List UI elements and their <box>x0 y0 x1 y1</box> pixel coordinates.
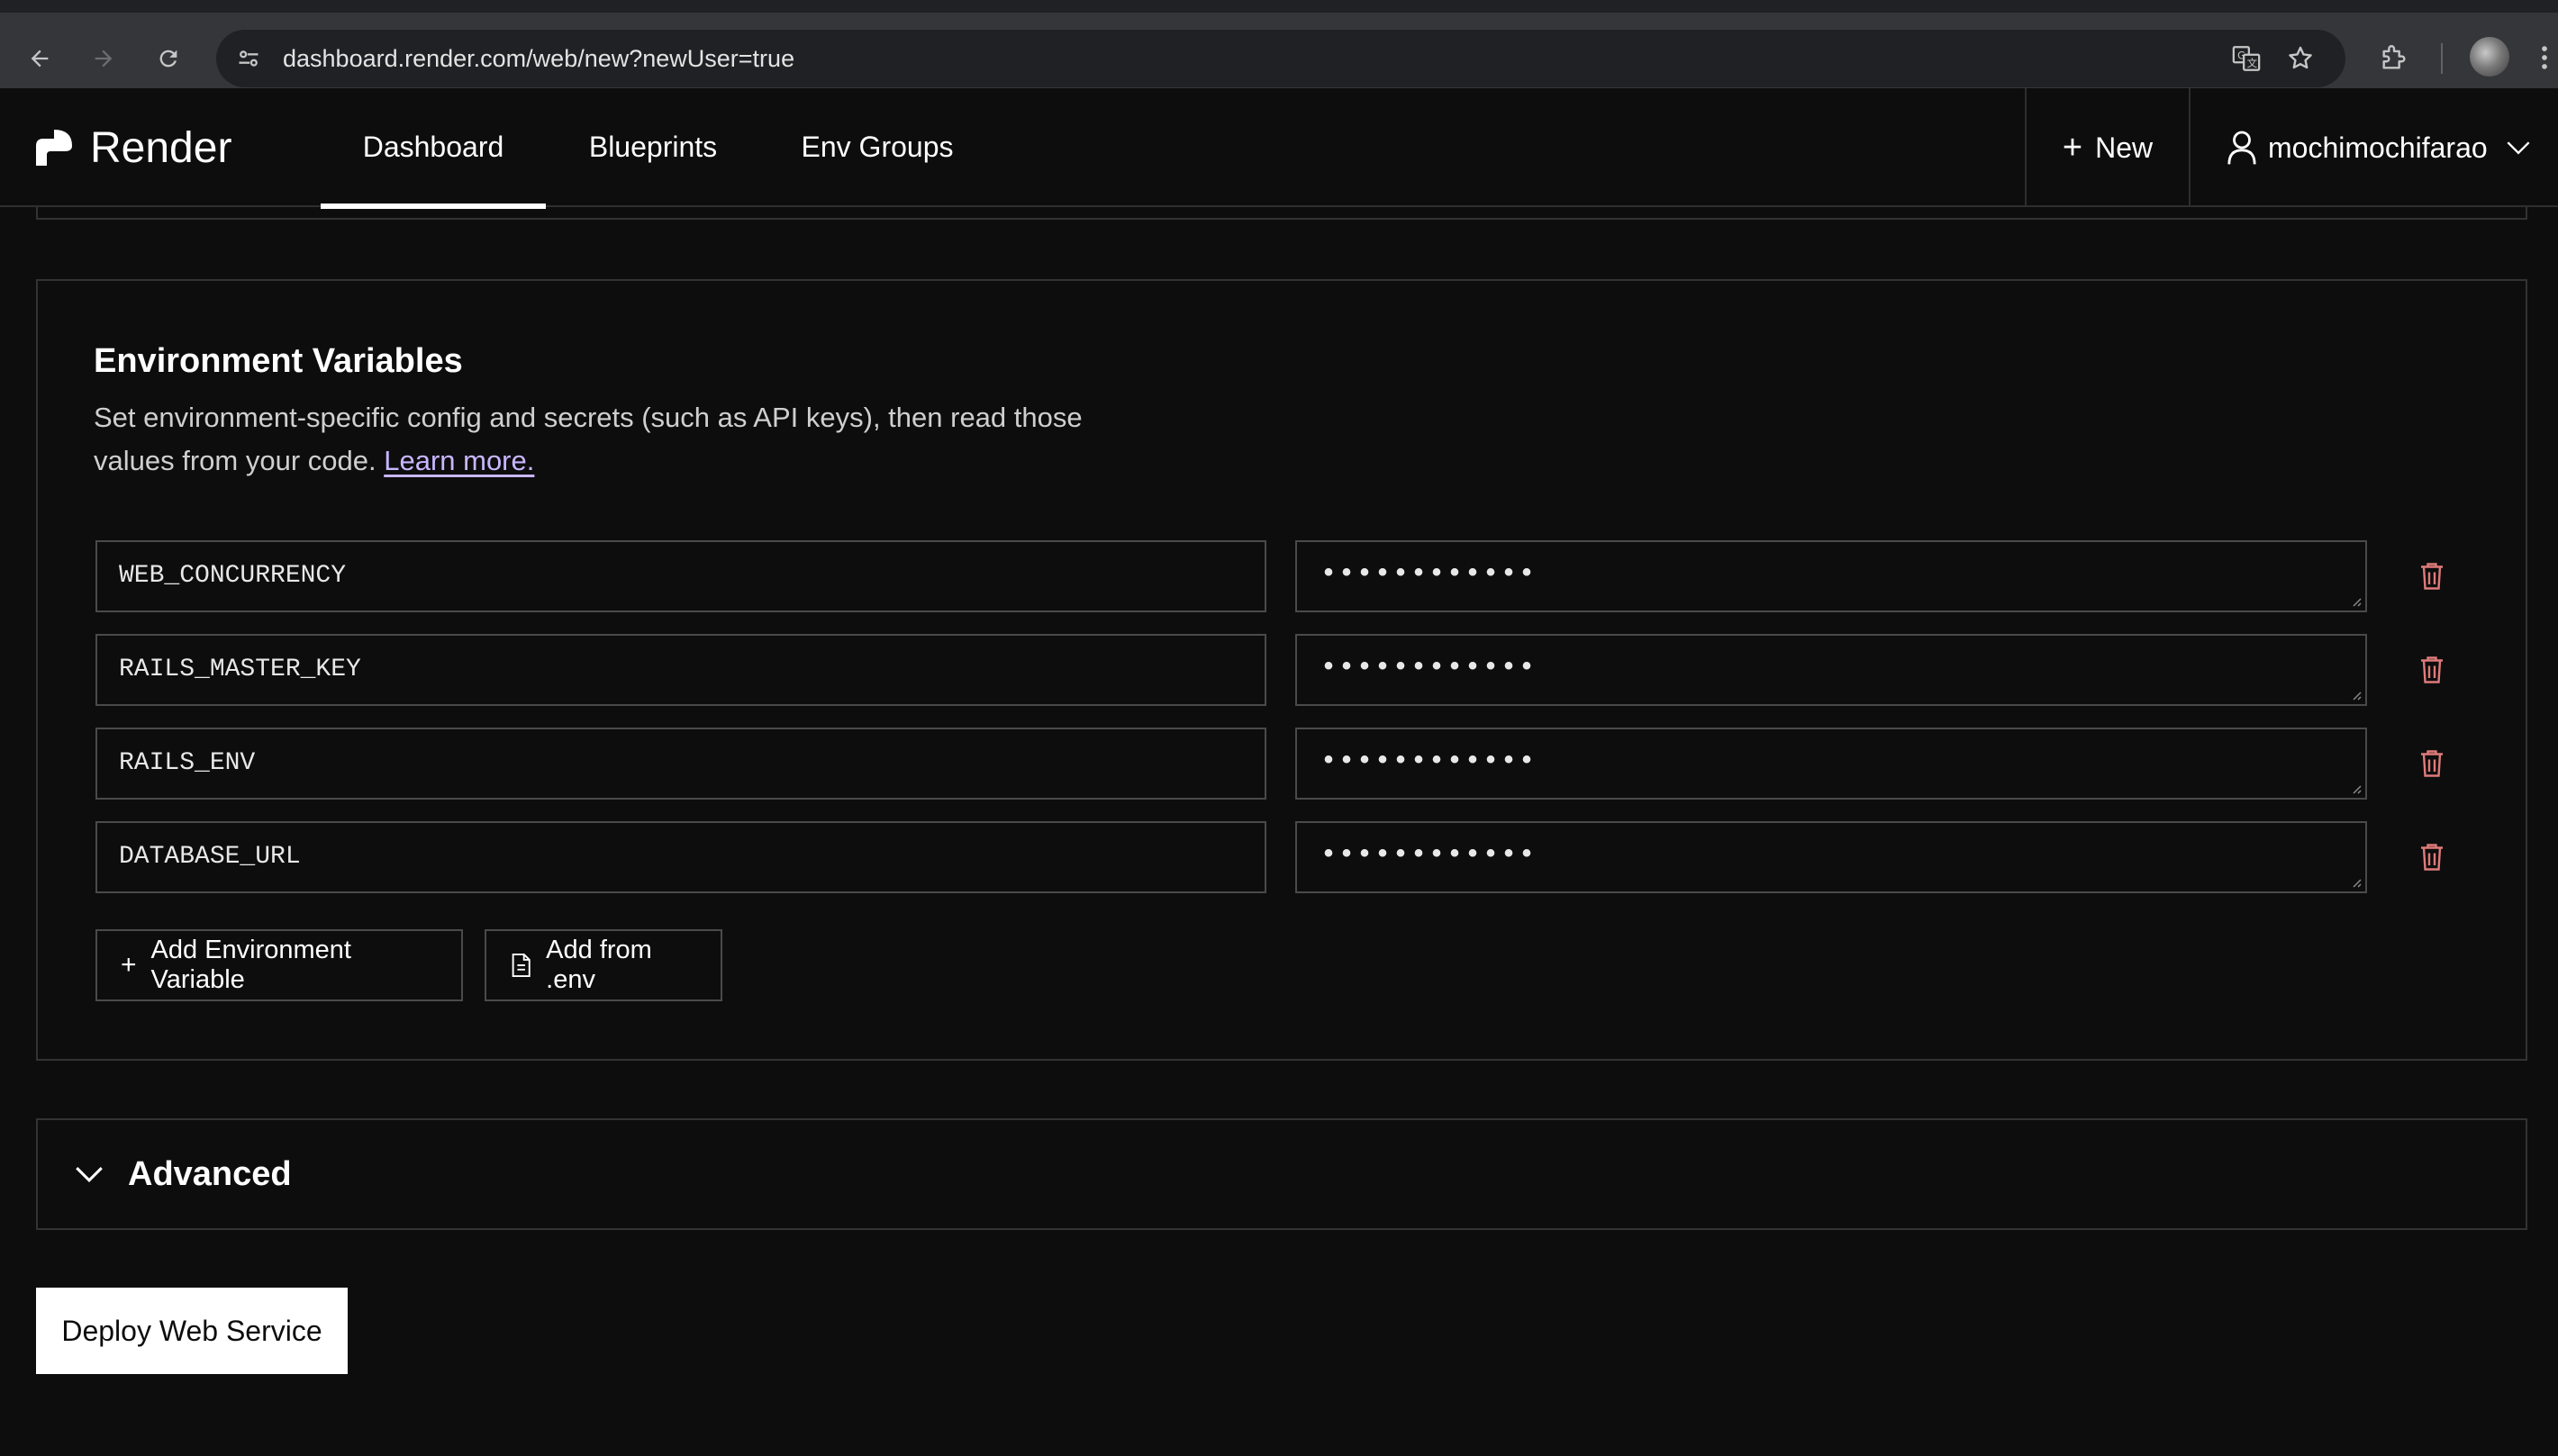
arrow-left-icon <box>31 50 49 68</box>
tab-dashboard-label: Dashboard <box>362 131 504 163</box>
puzzle-icon <box>2382 45 2406 69</box>
username: mochimochifarao <box>2268 131 2488 164</box>
trash-icon <box>2421 656 2443 683</box>
resize-grip-icon[interactable] <box>2349 875 2362 888</box>
file-icon <box>512 953 531 978</box>
reload-button[interactable] <box>144 34 193 83</box>
env-value-text: •••••••••••• <box>1320 653 1538 683</box>
tune-icon <box>239 50 259 67</box>
previous-section-edge <box>36 207 2527 220</box>
tab-env-groups-label: Env Groups <box>801 131 954 163</box>
env-key-input[interactable]: WEB_CONCURRENCY <box>95 540 1266 612</box>
advanced-label: Advanced <box>128 1154 292 1193</box>
browser-tabstrip <box>0 0 2558 13</box>
app-header: Render Dashboard Blueprints Env Groups +… <box>0 88 2558 209</box>
trash-icon <box>2421 563 2443 590</box>
resize-grip-icon[interactable] <box>2349 782 2362 794</box>
render-logo-icon <box>36 130 72 166</box>
add-from-env-label: Add from .env <box>546 936 652 994</box>
advanced-section-toggle[interactable]: Advanced <box>36 1118 2527 1230</box>
env-value-input[interactable]: •••••••••••• <box>1295 728 2367 800</box>
resize-grip-icon[interactable] <box>2349 594 2362 607</box>
new-button-label: New <box>2095 131 2154 164</box>
bookmark-button[interactable] <box>2277 35 2324 82</box>
profile-avatar[interactable] <box>2470 37 2509 77</box>
env-key-input[interactable]: RAILS_MASTER_KEY <box>95 634 1266 706</box>
env-key-input[interactable]: RAILS_ENV <box>95 728 1266 800</box>
description-text: Set environment-specific config and secr… <box>94 402 1083 476</box>
add-from-env-button[interactable]: Add from .env <box>485 929 722 1001</box>
plus-icon: + <box>2062 128 2083 167</box>
section-description: Set environment-specific config and secr… <box>94 396 1138 483</box>
back-button[interactable] <box>15 34 64 83</box>
deploy-label: Deploy Web Service <box>61 1314 322 1347</box>
env-value-input[interactable]: •••••••••••• <box>1295 540 2367 612</box>
tab-blueprints[interactable]: Blueprints <box>576 88 730 207</box>
section-title: Environment Variables <box>94 342 463 380</box>
deploy-web-service-button[interactable]: Deploy Web Service <box>36 1288 348 1374</box>
browser-toolbar: dashboard.render.com/web/new?newUser=tru… <box>0 13 2558 88</box>
tab-dashboard[interactable]: Dashboard <box>321 88 546 209</box>
user-menu[interactable]: mochimochifarao <box>2191 88 2558 207</box>
browser-menu-button[interactable] <box>2531 32 2558 83</box>
new-button[interactable]: + New <box>2027 88 2189 207</box>
address-bar[interactable]: dashboard.render.com/web/new?newUser=tru… <box>216 30 2345 87</box>
forward-button[interactable] <box>79 34 128 83</box>
env-value-text: •••••••••••• <box>1320 559 1538 590</box>
tab-env-groups[interactable]: Env Groups <box>796 88 958 207</box>
env-value-text: •••••••••••• <box>1320 746 1538 777</box>
env-value-text: •••••••••••• <box>1320 840 1538 871</box>
resize-grip-icon[interactable] <box>2349 688 2362 701</box>
delete-variable-button[interactable] <box>2414 746 2450 782</box>
env-value-input[interactable]: •••••••••••• <box>1295 821 2367 893</box>
brand-name: Render <box>90 123 232 172</box>
plus-icon: + <box>121 950 137 980</box>
delete-variable-button[interactable] <box>2414 839 2450 875</box>
translate-icon: G文 <box>2232 46 2261 71</box>
reload-icon <box>159 50 177 68</box>
trash-icon <box>2421 844 2443 871</box>
env-key-input[interactable]: DATABASE_URL <box>95 821 1266 893</box>
add-environment-variable-button[interactable]: + Add Environment Variable <box>95 929 463 1001</box>
trash-icon <box>2421 750 2443 777</box>
add-variable-label: Add Environment Variable <box>150 936 351 994</box>
arrow-right-icon <box>95 50 113 68</box>
render-logo[interactable]: Render <box>34 123 232 172</box>
learn-more-link[interactable]: Learn more. <box>384 445 534 476</box>
extensions-button[interactable] <box>2369 32 2419 83</box>
translate-button[interactable]: G文 <box>2223 35 2270 82</box>
user-icon <box>2227 131 2256 165</box>
site-info-button[interactable] <box>225 35 272 82</box>
url-text[interactable]: dashboard.render.com/web/new?newUser=tru… <box>283 30 794 87</box>
chevron-down-icon <box>76 1167 103 1183</box>
toolbar-divider <box>2441 43 2443 74</box>
tab-blueprints-label: Blueprints <box>588 131 718 163</box>
svg-text:文: 文 <box>2247 57 2257 69</box>
env-value-input[interactable]: •••••••••••• <box>1295 634 2367 706</box>
kebab-menu-icon <box>2542 46 2547 69</box>
chevron-down-icon <box>2507 141 2530 155</box>
star-icon <box>2289 46 2312 69</box>
delete-variable-button[interactable] <box>2414 652 2450 688</box>
delete-variable-button[interactable] <box>2414 558 2450 594</box>
